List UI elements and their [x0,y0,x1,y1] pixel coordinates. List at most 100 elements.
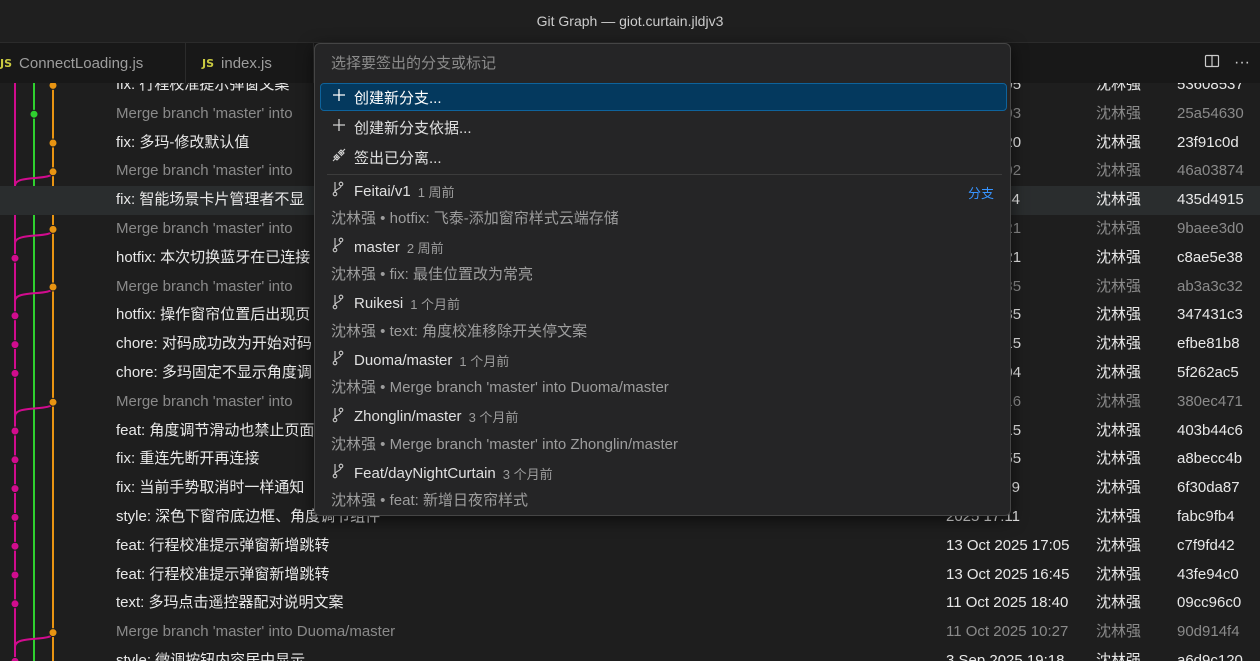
commit-hash: 380ec471 [1177,392,1243,410]
branch-last-commit: 沈林强 • Merge branch 'master' into Duoma/m… [331,376,669,397]
branch-header: Feitai/v1 1 周前 [331,181,455,201]
commit-message: feat: 行程校准提示弹窗新增跳转 [116,536,330,554]
commit-message: Merge branch 'master' into [116,162,293,180]
branch-item[interactable]: master 2 周前沈林强 • fix: 最佳位置改为常亮 [321,234,1006,290]
branch-header: Feat/dayNightCurtain 3 个月前 [331,463,553,483]
branch-age: 3 个月前 [468,410,519,426]
checkout-quick-pick: 选择要签出的分支或标记 创建新分支... 创建新分支依据... 签出已分离...… [314,43,1011,516]
commit-hash: 6f30da87 [1177,479,1240,497]
tab-index[interactable]: JS index.js [186,43,314,83]
commit-message: fix: 多玛-修改默认值 [116,133,250,151]
commit-author: 沈林强 [1096,248,1142,266]
commit-message: fix: 当前手势取消时一样通知 [116,479,305,497]
branch-name: Duoma/master [354,351,453,369]
branch-item[interactable]: Feitai/v1 1 周前沈林强 • hotfix: 飞泰-添加窗帘样式云端存储… [321,178,1006,234]
commit-message: Merge branch 'master' into [116,104,293,122]
plus-icon [331,88,347,106]
commit-date: 3 Sep 2025 19:18 [946,652,1065,661]
branch-commit-message: Merge branch 'master' into Zhonglin/mast… [389,435,678,453]
plus-icon [331,118,347,136]
split-editor-icon[interactable] [1204,53,1220,74]
branch-age: 1 个月前 [410,297,461,313]
commit-author: 沈林强 [1096,565,1142,583]
branch-author: 沈林强 [331,210,377,227]
commit-date: 13 Oct 2025 17:05 [946,536,1070,554]
git-branch-icon [331,237,347,257]
quick-pick-input[interactable]: 选择要签出的分支或标记 [321,50,1004,78]
bullet-separator: • [376,492,390,509]
action-label: 签出已分离... [354,149,442,167]
bullet-separator: • [376,266,390,284]
commit-row[interactable]: feat: 行程校准提示弹窗新增跳转 13 Oct 2025 16:45 沈林强 43… [0,561,1260,590]
action-label: 创建新分支依据... [354,119,472,137]
commit-row[interactable]: style: 微调按钮内容居中显示 3 Sep 2025 19:18 沈林强 a6d9… [0,647,1260,661]
commit-message: fix: 重连先断开再连接 [116,450,260,468]
branch-author: 沈林强 [331,435,377,453]
commit-hash: c7f9fd42 [1177,536,1235,554]
group-label: 分支 [967,186,994,201]
commit-hash: 90d914f4 [1177,623,1240,641]
commit-hash: ab3a3c32 [1177,277,1243,295]
branch-item[interactable]: Feat/dayNightCurtain 3 个月前 沈林强 • feat: 新增日… [321,460,1006,515]
branch-author: 沈林强 [331,322,377,340]
commit-hash: 09cc96c0 [1177,594,1242,612]
commit-author: 沈林强 [1096,652,1142,661]
branch-last-commit: 沈林强 • feat: 新增日夜帘样式 [331,489,528,510]
commit-date: 13 Oct 2025 16:45 [946,565,1070,583]
debug-disconnect-icon [331,147,347,167]
javascript-file-icon: JS [0,56,13,70]
branch-name: Ruikesi [354,295,404,313]
commit-hash: 5f262ac5 [1177,364,1239,381]
checkout-detached-action[interactable]: 签出已分离... [321,144,1006,170]
editor-actions: ··· [1204,43,1250,83]
commit-hash: c8ae5e38 [1177,248,1243,266]
branch-item[interactable]: Ruikesi 1 个月前 沈林强 • text: 角度校准移除开关停文案 [321,291,1006,347]
commit-row[interactable]: Merge branch 'master' into Duoma/master 1… [0,618,1260,647]
commit-author: 沈林强 [1096,83,1142,93]
commit-message: Merge branch 'master' into Duoma/master [116,623,396,641]
branch-age: 3 个月前 [502,466,553,482]
commit-hash: fabc9fb4 [1177,508,1235,525]
commit-message: Merge branch 'master' into [116,392,293,410]
commit-message: style: 微调按钮内容居中显示 [116,652,306,661]
commit-row[interactable]: text: 多玛点击遥控器配对说明文案 11 Oct 2025 18:40 沈林强 0… [0,589,1260,618]
commit-author: 沈林强 [1096,450,1142,468]
branch-item[interactable]: Duoma/master 1 个月前 沈林强 • Merge branch 'mas… [321,347,1006,403]
bullet-separator: • [376,435,390,453]
commit-hash: 9baee3d0 [1177,220,1244,237]
branch-last-commit: 沈林强 • fix: 最佳位置改为常亮 [331,263,533,284]
branch-header: master 2 周前 [331,237,444,257]
branch-header: Zhonglin/master 3 个月前 [331,407,518,427]
commit-message: hotfix: 本次切换蓝牙在已连接 [116,248,311,266]
branch-name: Zhonglin/master [354,408,462,426]
branch-header: Ruikesi 1 个月前 [331,294,460,314]
branch-last-commit: 沈林强 • hotfix: 飞泰-添加窗帘样式云端存储 [331,207,619,228]
git-branch-icon [331,294,347,314]
commit-message: text: 多玛点击遥控器配对说明文案 [116,594,344,612]
git-branch-icon [331,407,347,427]
commit-author: 沈林强 [1096,421,1142,439]
commit-author: 沈林强 [1096,594,1142,612]
commit-date: 11 Oct 2025 18:40 [946,594,1069,612]
commit-author: 沈林强 [1096,392,1142,410]
window-title: Git Graph — giot.curtain.jldjv3 [536,13,724,29]
bullet-separator: • [376,210,390,227]
branch-name: Feitai/v1 [354,182,411,200]
create-branch-from-action[interactable]: 创建新分支依据... [321,114,1006,140]
more-actions-icon[interactable]: ··· [1234,54,1250,72]
tab-connectloading[interactable]: JS ConnectLoading.js [0,43,186,83]
commit-hash: efbe81b8 [1177,335,1240,353]
commit-date: 11 Oct 2025 10:27 [946,623,1069,641]
tab-label: index.js [221,54,272,72]
commit-author: 沈林强 [1096,104,1142,122]
commit-hash: 43fe94c0 [1177,565,1239,583]
javascript-file-icon: JS [202,56,215,70]
action-label: 创建新分支... [354,89,442,107]
commit-hash: 23f91c0d [1177,133,1239,151]
create-branch-action[interactable]: 创建新分支... [320,83,1007,111]
commit-message: chore: 多玛固定不显示角度调 [116,364,312,381]
tab-label: ConnectLoading.js [19,54,144,72]
branch-item[interactable]: Zhonglin/master 3 个月前沈林强 • Merge branch '… [321,404,1006,460]
commit-author: 沈林强 [1096,536,1142,554]
commit-row[interactable]: feat: 行程校准提示弹窗新增跳转 13 Oct 2025 17:05 沈林强 c7… [0,532,1260,561]
